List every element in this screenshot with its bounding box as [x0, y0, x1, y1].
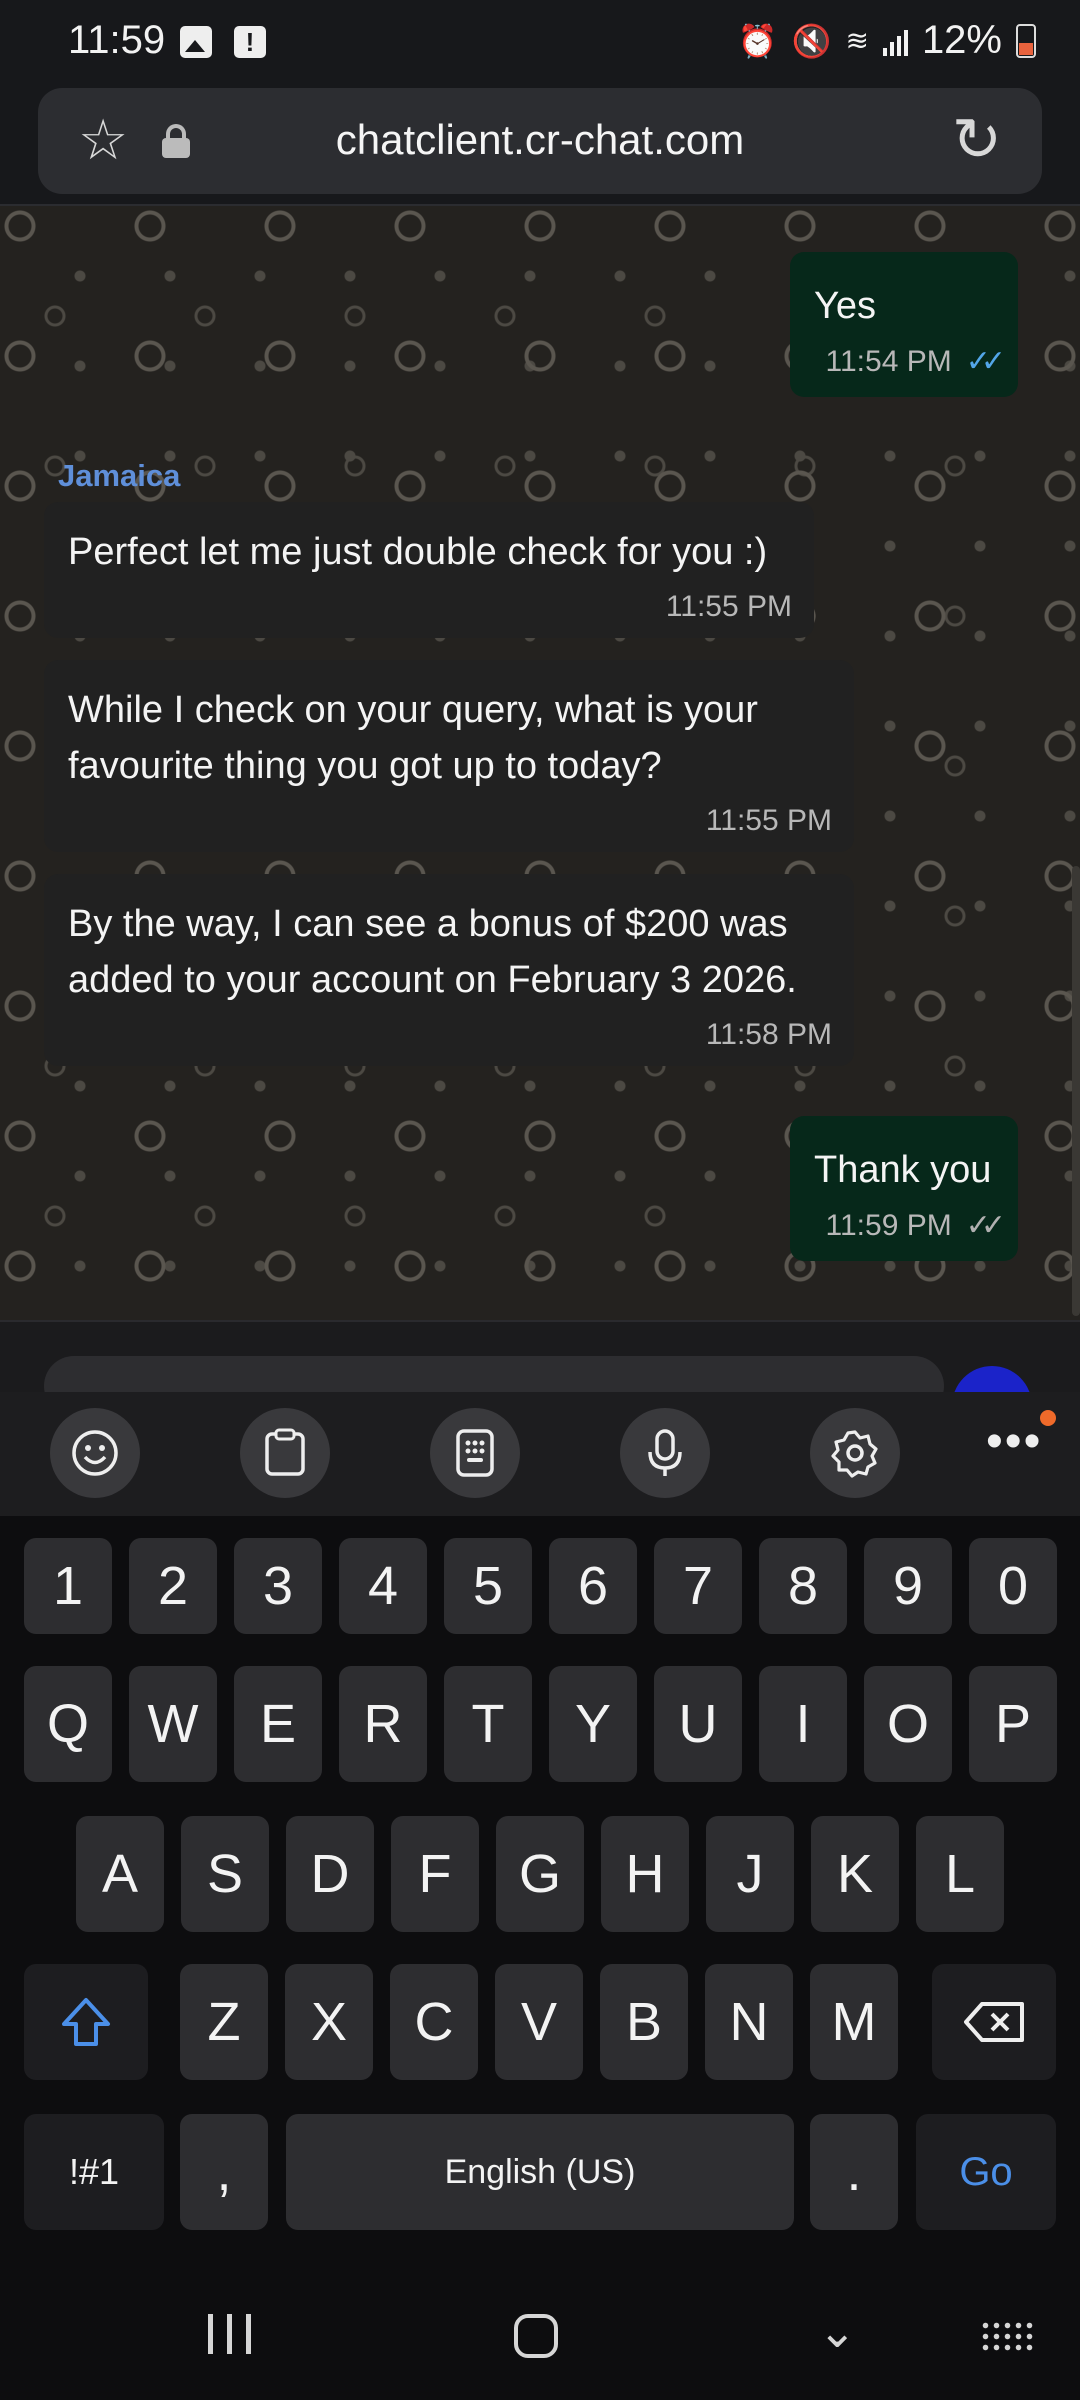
- battery-percentage: 12%: [921, 18, 1002, 62]
- message-bubble-outgoing[interactable]: Yes 11:54 PM ✓✓: [790, 252, 1018, 397]
- message-time: 11:58 PM: [705, 1018, 832, 1051]
- status-time: 11:59: [68, 18, 166, 62]
- key-k[interactable]: K: [811, 1816, 899, 1932]
- key-f[interactable]: F: [391, 1816, 479, 1932]
- key-6[interactable]: 6: [549, 1538, 637, 1634]
- send-button[interactable]: [952, 1366, 1032, 1392]
- key-n[interactable]: N: [705, 1964, 793, 2080]
- image-icon: [180, 26, 212, 58]
- read-receipt-icon: ✓✓: [965, 345, 1006, 378]
- key-7[interactable]: 7: [654, 1538, 742, 1634]
- message-time: 11:55 PM: [665, 590, 792, 623]
- key-m[interactable]: M: [810, 1964, 898, 2080]
- message-time: 11:54 PM: [825, 344, 952, 378]
- status-bar: 11:59 ⏰ 🔇 ≋ 12%: [0, 0, 1080, 88]
- message-text: Thank you: [814, 1149, 992, 1191]
- key-4[interactable]: 4: [339, 1538, 427, 1634]
- key-t[interactable]: T: [444, 1666, 532, 1782]
- message-bubble-incoming[interactable]: While I check on your query, what is you…: [44, 660, 854, 852]
- message-time: 11:55 PM: [705, 804, 832, 837]
- key-x[interactable]: X: [285, 1964, 373, 2080]
- key-e[interactable]: E: [234, 1666, 322, 1782]
- emoji-icon[interactable]: [50, 1408, 140, 1498]
- message-text: By the way, I can see a bonus of $200 wa…: [68, 903, 797, 1001]
- navigation-bar: ⌄: [0, 2236, 1080, 2400]
- period-key[interactable]: .: [810, 2114, 898, 2230]
- key-l[interactable]: L: [916, 1816, 1004, 1932]
- settings-icon[interactable]: [810, 1408, 900, 1498]
- message-bubble-incoming[interactable]: By the way, I can see a bonus of $200 wa…: [44, 874, 854, 1066]
- keyboard-toolbar: •••: [0, 1392, 1080, 1516]
- keyboard: 1234567890 QWERTYUIOP ASDFGHJKL ZXCVBNM …: [0, 1516, 1080, 2236]
- clipboard-icon[interactable]: [240, 1408, 330, 1498]
- key-w[interactable]: W: [129, 1666, 217, 1782]
- message-input[interactable]: [44, 1356, 944, 1392]
- url-text[interactable]: chatclient.cr-chat.com: [38, 116, 1042, 164]
- alarm-icon: ⏰: [737, 22, 778, 59]
- message-text: Perfect let me just double check for you…: [68, 531, 768, 573]
- recents-icon[interactable]: [208, 2314, 251, 2354]
- chat-area[interactable]: Yes 11:54 PM ✓✓ Jamaica Perfect let me j…: [0, 206, 1080, 1320]
- mute-icon: 🔇: [791, 22, 832, 59]
- key-d[interactable]: D: [286, 1816, 374, 1932]
- key-b[interactable]: B: [600, 1964, 688, 2080]
- message-bubble-incoming[interactable]: Perfect let me just double check for you…: [44, 502, 814, 638]
- key-0[interactable]: 0: [969, 1538, 1057, 1634]
- key-9[interactable]: 9: [864, 1538, 952, 1634]
- key-p[interactable]: P: [969, 1666, 1057, 1782]
- key-r[interactable]: R: [339, 1666, 427, 1782]
- key-q[interactable]: Q: [24, 1666, 112, 1782]
- key-h[interactable]: H: [601, 1816, 689, 1932]
- wifi-icon: ≋: [845, 25, 869, 56]
- signal-icon: [882, 26, 908, 56]
- key-z[interactable]: Z: [180, 1964, 268, 2080]
- message-time: 11:59 PM: [825, 1208, 952, 1242]
- key-1[interactable]: 1: [24, 1538, 112, 1634]
- key-y[interactable]: Y: [549, 1666, 637, 1782]
- comma-key[interactable]: ,: [180, 2114, 268, 2230]
- keypad-icon[interactable]: [430, 1408, 520, 1498]
- delivered-receipt-icon: ✓✓: [965, 1209, 1006, 1242]
- key-c[interactable]: C: [390, 1964, 478, 2080]
- key-3[interactable]: 3: [234, 1538, 322, 1634]
- more-icon[interactable]: •••: [986, 1414, 1042, 1469]
- key-2[interactable]: 2: [129, 1538, 217, 1634]
- home-icon[interactable]: [514, 2314, 558, 2358]
- message-bubble-outgoing[interactable]: Thank you 11:59 PM ✓✓: [790, 1116, 1018, 1261]
- message-text: Yes: [814, 285, 876, 327]
- notification-dot: [1040, 1410, 1056, 1426]
- browser-toolbar: ☆ chatclient.cr-chat.com ↻: [0, 88, 1080, 206]
- symbols-key[interactable]: !#1: [24, 2114, 164, 2230]
- scrollbar[interactable]: [1072, 866, 1080, 1316]
- space-key[interactable]: English (US): [286, 2114, 794, 2230]
- message-composer: [0, 1320, 1080, 1392]
- key-5[interactable]: 5: [444, 1538, 532, 1634]
- alert-icon: [234, 26, 266, 58]
- key-8[interactable]: 8: [759, 1538, 847, 1634]
- key-u[interactable]: U: [654, 1666, 742, 1782]
- key-i[interactable]: I: [759, 1666, 847, 1782]
- back-chevron-icon[interactable]: ⌄: [818, 2304, 857, 2358]
- key-j[interactable]: J: [706, 1816, 794, 1932]
- shift-key[interactable]: [24, 1964, 148, 2080]
- reload-icon[interactable]: ↻: [952, 110, 1002, 170]
- message-text: While I check on your query, what is you…: [68, 689, 758, 787]
- battery-icon: [1016, 23, 1036, 58]
- mic-icon[interactable]: [620, 1408, 710, 1498]
- address-bar[interactable]: ☆ chatclient.cr-chat.com ↻: [38, 88, 1042, 194]
- key-g[interactable]: G: [496, 1816, 584, 1932]
- key-a[interactable]: A: [76, 1816, 164, 1932]
- key-v[interactable]: V: [495, 1964, 583, 2080]
- keyboard-switch-icon[interactable]: [980, 2320, 1036, 2354]
- sender-name: Jamaica: [58, 458, 181, 493]
- key-s[interactable]: S: [181, 1816, 269, 1932]
- key-o[interactable]: O: [864, 1666, 952, 1782]
- go-key[interactable]: Go: [916, 2114, 1056, 2230]
- backspace-key[interactable]: [932, 1964, 1056, 2080]
